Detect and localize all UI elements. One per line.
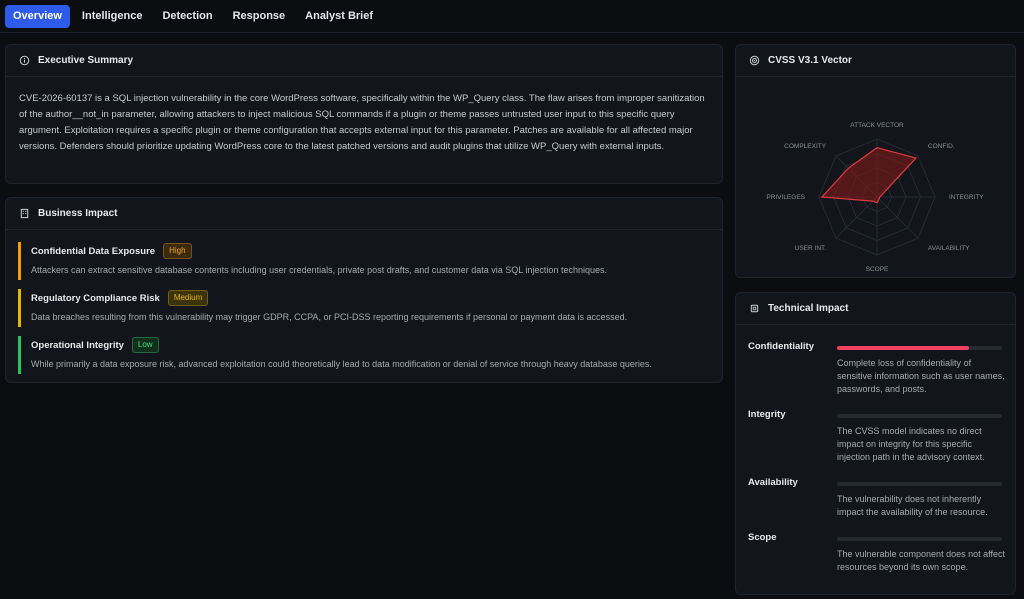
impact-text: The CVSS model indicates no direct impac… xyxy=(837,426,985,462)
info-icon xyxy=(19,55,30,66)
building-icon xyxy=(19,208,30,219)
impact-label: Integrity xyxy=(748,409,786,420)
severity-badge: Low xyxy=(131,337,159,353)
impact-title: Operational Integrity xyxy=(31,339,124,351)
business-impact-item: Operational Integrity Low While primarily … xyxy=(18,336,708,374)
impact-text: The vulnerable component does not affect… xyxy=(837,549,1005,572)
executive-summary-title: Executive Summary xyxy=(38,55,134,66)
tab-overview[interactable]: Overview xyxy=(5,4,70,28)
tab-bar: Overview Intelligence Detection Response… xyxy=(0,0,1024,33)
impact-level-bar xyxy=(837,482,1002,486)
tab-intelligence[interactable]: Intelligence xyxy=(74,5,151,28)
tab-detection[interactable]: Detection xyxy=(154,5,220,28)
impact-description: Data breaches resulting from this vulner… xyxy=(31,312,628,322)
tab-response[interactable]: Response xyxy=(225,5,294,28)
radar-icon xyxy=(749,55,760,66)
severity-badge: Medium xyxy=(167,290,209,306)
impact-level-fill xyxy=(837,346,969,350)
business-impact-item: Confidential Data Exposure High Attackers … xyxy=(18,242,708,280)
cpu-icon xyxy=(749,303,760,314)
tab-analyst-brief[interactable]: Analyst Brief xyxy=(297,5,381,28)
radar-axis-label: AVAILABILITY xyxy=(928,245,970,252)
impact-level-bar xyxy=(837,537,1002,541)
cvss-vector-title: CVSS V3.1 Vector xyxy=(768,55,852,66)
severity-badge: High xyxy=(163,243,192,259)
impact-description: While primarily a data exposure risk, ad… xyxy=(31,359,652,369)
impact-level-bar xyxy=(837,414,1002,418)
executive-summary-panel: Executive Summary CVE-2026-60137 is a SQ… xyxy=(5,44,723,184)
impact-label: Confidentiality xyxy=(748,341,814,352)
radar-axis-label: COMPLEXITY xyxy=(784,143,827,150)
impact-label: Scope xyxy=(748,532,777,543)
radar-axis-label: INTEGRITY xyxy=(949,194,984,201)
impact-text: Complete loss of confidentiality of sens… xyxy=(837,358,1005,394)
business-impact-panel: Business Impact Confidential Data Exposu… xyxy=(5,197,723,383)
executive-summary-text: CVE-2026-60137 is a SQL injection vulner… xyxy=(19,93,705,152)
technical-impact-header: Technical Impact xyxy=(736,293,1015,325)
radar-axis-label: PRIVILEGES xyxy=(766,194,805,201)
radar-axis-label: ATTACK VECTOR xyxy=(850,122,904,129)
business-impact-header: Business Impact xyxy=(6,198,722,230)
impact-description: Attackers can extract sensitive database… xyxy=(31,265,607,275)
cvss-radar-chart: ATTACK VECTOR CONFID. INTEGRITY AVAILABILIT… xyxy=(766,122,984,273)
radar-axis-label: SCOPE xyxy=(866,266,889,273)
technical-impact-panel: Technical Impact Confidentiality Complete… xyxy=(735,292,1016,595)
radar-axis-label: CONFID. xyxy=(928,143,955,150)
technical-impact-title: Technical Impact xyxy=(768,303,849,314)
business-impact-title: Business Impact xyxy=(38,208,118,219)
cvss-vector-panel: CVSS V3.1 Vector ATTACK VECTOR CONFID. INT… xyxy=(735,44,1016,278)
cvss-vector-header: CVSS V3.1 Vector xyxy=(736,45,1015,77)
impact-title: Confidential Data Exposure xyxy=(31,245,156,257)
impact-level-bar xyxy=(837,346,1002,350)
business-impact-item: Regulatory Compliance Risk Medium Data bre… xyxy=(18,289,708,327)
impact-title: Regulatory Compliance Risk xyxy=(31,292,160,304)
impact-text: The vulnerability does not inherently im… xyxy=(837,494,988,517)
radar-axis-label: USER INT. xyxy=(795,245,827,252)
executive-summary-header: Executive Summary xyxy=(6,45,722,77)
impact-label: Availability xyxy=(748,477,798,488)
